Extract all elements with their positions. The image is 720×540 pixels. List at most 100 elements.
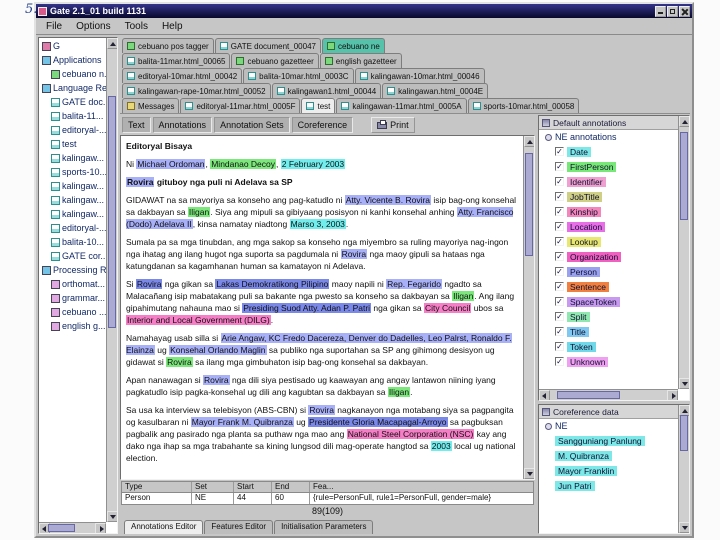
- toggle-annotations[interactable]: Annotations: [152, 117, 213, 133]
- title-bar[interactable]: Gate 2.1_01 build 1131: [36, 4, 692, 18]
- checkbox-icon[interactable]: ✓: [555, 177, 564, 186]
- checkbox-icon[interactable]: ✓: [555, 147, 564, 156]
- tree-item-kalingaw[interactable]: kalingaw...: [39, 151, 106, 165]
- scroll-down-button[interactable]: [107, 511, 117, 522]
- tree-item-editoryal[interactable]: editoryal-...: [39, 221, 106, 235]
- tab-kalingawan-html-0004e[interactable]: kalingawan.html_0004E: [382, 83, 489, 98]
- close-button[interactable]: [679, 5, 690, 17]
- tree-item-processing-r[interactable]: Processing R...: [39, 263, 106, 277]
- coreference-chain-jun-patri[interactable]: Jun Patri: [539, 478, 678, 493]
- scrollbar-thumb[interactable]: [47, 524, 75, 532]
- coreference-chain-sangguniang-panlung[interactable]: Sangguniang Panlung: [539, 433, 678, 448]
- checkbox-icon[interactable]: ✓: [555, 267, 564, 276]
- tab-cebuano-ne[interactable]: cebuano ne: [321, 38, 385, 53]
- checkbox-icon[interactable]: ✓: [555, 222, 564, 231]
- annotation-type-firstperson[interactable]: ✓ FirstPerson: [539, 159, 678, 174]
- annotation-type-title[interactable]: ✓ Title: [539, 324, 678, 339]
- table-header-cell[interactable]: Fea...: [310, 482, 533, 492]
- coreference-chain-m-quibranza[interactable]: M. Quibranza: [539, 448, 678, 463]
- annotation-type-lookup[interactable]: ✓ Lookup: [539, 234, 678, 249]
- table-header-cell[interactable]: End: [272, 482, 310, 492]
- checkbox-icon[interactable]: ✓: [555, 312, 564, 321]
- scroll-left-button[interactable]: [539, 390, 550, 400]
- tab-kalingawan1-html-00044[interactable]: kalingawan1.html_00044: [271, 83, 382, 98]
- annotation-type-token[interactable]: ✓ Token: [539, 339, 678, 354]
- tree-item-language-re[interactable]: Language Re...: [39, 81, 106, 95]
- checkbox-icon[interactable]: ✓: [555, 192, 564, 201]
- checkbox-icon[interactable]: ✓: [555, 207, 564, 216]
- tab-test[interactable]: test: [301, 98, 336, 113]
- table-header-cell[interactable]: Set: [192, 482, 234, 492]
- tab-messages[interactable]: Messages: [122, 98, 180, 113]
- checkbox-icon[interactable]: ✓: [555, 237, 564, 246]
- scrollbar-thumb[interactable]: [680, 415, 688, 452]
- scroll-down-button[interactable]: [679, 378, 689, 389]
- menu-tools[interactable]: Tools: [118, 20, 155, 33]
- tab-balita-11mar-html-00065[interactable]: balita-11mar.html_00065: [122, 53, 231, 68]
- annotations-vertical-scrollbar[interactable]: [678, 116, 689, 389]
- tree-item-g[interactable]: G: [39, 39, 106, 53]
- checkbox-icon[interactable]: ✓: [555, 297, 564, 306]
- tree-handle-icon[interactable]: [545, 133, 552, 141]
- annotation-type-identifier[interactable]: ✓ Identifier: [539, 174, 678, 189]
- coreference-vertical-scrollbar[interactable]: [678, 405, 689, 533]
- coreference-chain-mayor-franklin[interactable]: Mayor Franklin: [539, 463, 678, 478]
- tree-item-kalingaw[interactable]: kalingaw...: [39, 207, 106, 221]
- bottom-tab-features-editor[interactable]: Features Editor: [204, 520, 274, 534]
- tree-handle-icon[interactable]: [545, 422, 552, 430]
- table-row[interactable]: Person NE 44 60 {rule=PersonFull, rule1=Pers…: [122, 493, 533, 504]
- tab-cebuano-gazetteer[interactable]: cebuano gazetteer: [231, 53, 319, 68]
- annotation-type-spacetoken[interactable]: ✓ SpaceToken: [539, 294, 678, 309]
- tree-item-sports-10[interactable]: sports-10...: [39, 165, 106, 179]
- annotation-type-jobtitle[interactable]: ✓ JobTitle: [539, 189, 678, 204]
- checkbox-icon[interactable]: ✓: [555, 162, 564, 171]
- tab-kalingawan-10mar-html-00046[interactable]: kalingawan-10mar.html_00046: [354, 68, 485, 83]
- bottom-tab-annotations-editor[interactable]: Annotations Editor: [124, 520, 204, 534]
- tree-item-cebuano-n[interactable]: cebuano n...: [39, 67, 106, 81]
- scroll-down-button[interactable]: [524, 468, 534, 479]
- scrollbar-thumb[interactable]: [680, 132, 688, 220]
- annotations-horizontal-scrollbar[interactable]: [539, 389, 678, 400]
- bottom-tab-initialisation-parameters[interactable]: Initialisation Parameters: [274, 520, 374, 534]
- annotation-type-date[interactable]: ✓ Date: [539, 144, 678, 159]
- scroll-right-button[interactable]: [95, 523, 106, 533]
- tab-kalingawan-11mar-html-0005a[interactable]: kalingawan-11mar.html_0005A: [336, 98, 467, 113]
- tree-item-gate-cor[interactable]: GATE cor...: [39, 249, 106, 263]
- tab-balita-10mar-html-0003c[interactable]: balita-10mar.html_0003C: [243, 68, 354, 83]
- checkbox-icon[interactable]: ✓: [555, 357, 564, 366]
- tab-sports-10mar-html-00058[interactable]: sports-10mar.html_00058: [467, 98, 580, 113]
- annotation-type-unknown[interactable]: ✓ Unknown: [539, 354, 678, 369]
- checkbox-icon[interactable]: ✓: [555, 342, 564, 351]
- scrollbar-thumb[interactable]: [108, 96, 116, 329]
- annotation-type-location[interactable]: ✓ Location: [539, 219, 678, 234]
- checkbox-icon[interactable]: ✓: [555, 252, 564, 261]
- toggle-text[interactable]: Text: [122, 117, 151, 133]
- table-header-cell[interactable]: Type: [122, 482, 192, 492]
- annotation-set-root[interactable]: NE annotations: [539, 130, 678, 144]
- annotation-type-person[interactable]: ✓ Person: [539, 264, 678, 279]
- tree-item-kalingaw[interactable]: kalingaw...: [39, 179, 106, 193]
- scroll-up-button[interactable]: [107, 38, 117, 49]
- tree-item-cebuano[interactable]: cebuano ...: [39, 305, 106, 319]
- document-text[interactable]: Editoryal Bisaya Ni Michael Ordoman, Mind…: [121, 136, 522, 479]
- toggle-coreference[interactable]: Coreference: [291, 117, 354, 133]
- tree-item-kalingaw[interactable]: kalingaw...: [39, 193, 106, 207]
- tree-item-english-g[interactable]: english g...: [39, 319, 106, 333]
- tree-item-grammar[interactable]: grammar...: [39, 291, 106, 305]
- tab-kalingawan-rape-10mar-html-00052[interactable]: kalingawan-rape-10mar.html_00052: [122, 83, 271, 98]
- scroll-up-button[interactable]: [524, 136, 534, 147]
- checkbox-icon[interactable]: ✓: [555, 282, 564, 291]
- scrollbar-thumb[interactable]: [525, 153, 533, 257]
- maximize-button[interactable]: [667, 5, 678, 17]
- print-button[interactable]: Print: [371, 117, 415, 133]
- tab-editoryal-10mar-html-00042[interactable]: editoryal-10mar.html_00042: [122, 68, 243, 83]
- tab-english-gazetteer[interactable]: english gazetteer: [319, 53, 402, 68]
- scroll-down-button[interactable]: [679, 522, 689, 533]
- scrollbar-thumb[interactable]: [557, 391, 620, 399]
- scroll-right-button[interactable]: [667, 390, 678, 400]
- tree-item-applications[interactable]: Applications: [39, 53, 106, 67]
- checkbox-icon[interactable]: ✓: [555, 327, 564, 336]
- minimize-button[interactable]: [655, 5, 666, 17]
- tree-item-orthomat[interactable]: orthomat...: [39, 277, 106, 291]
- annotation-type-organization[interactable]: ✓ Organization: [539, 249, 678, 264]
